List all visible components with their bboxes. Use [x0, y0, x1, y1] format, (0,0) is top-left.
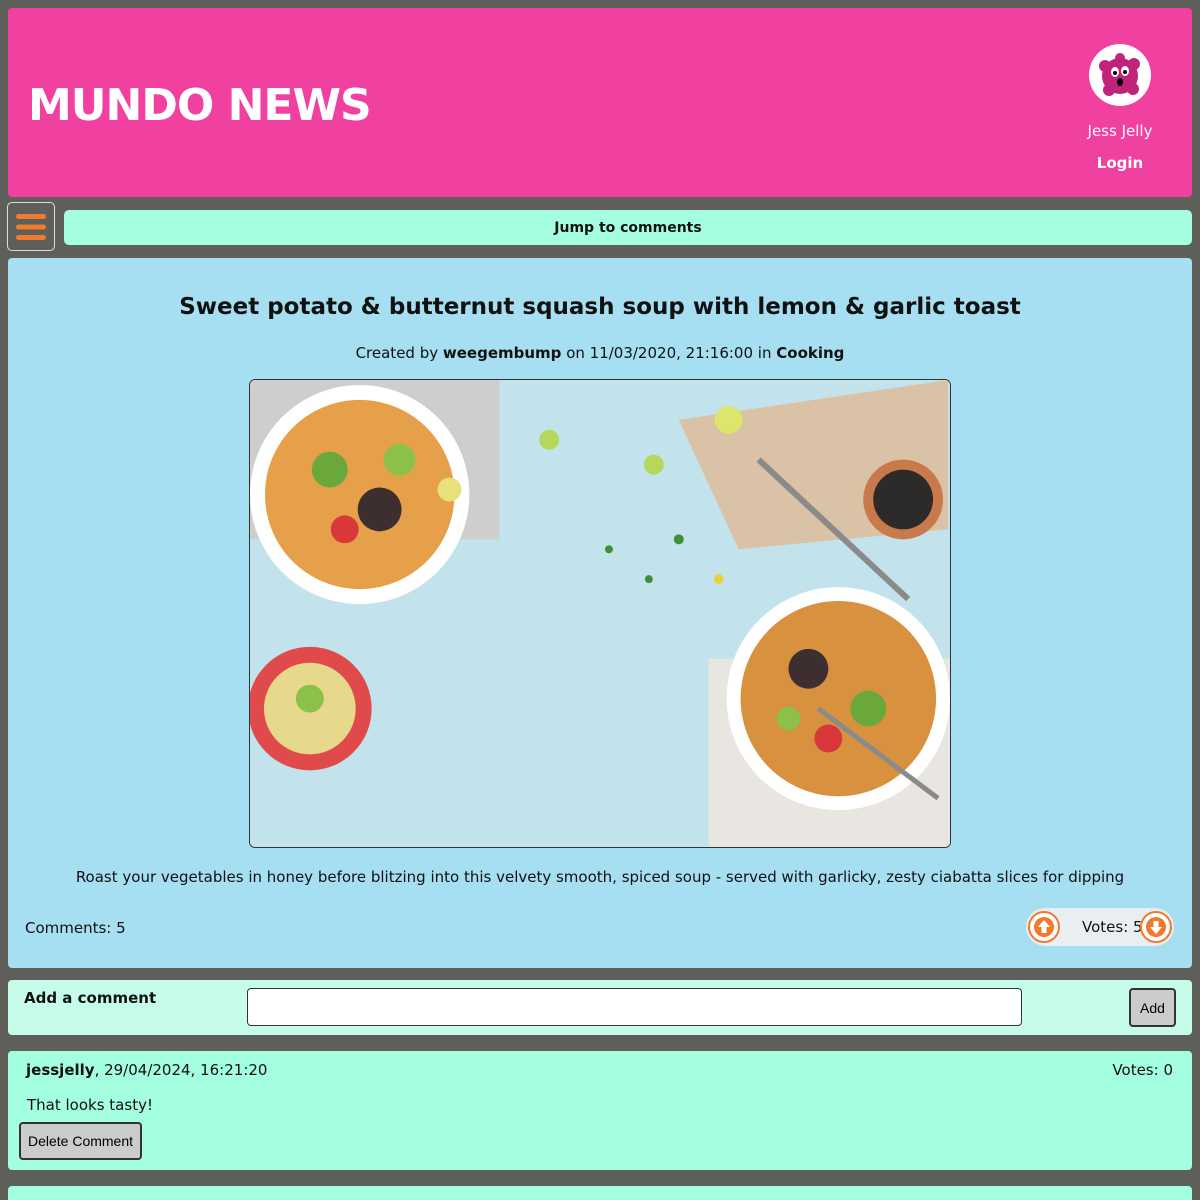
article-image — [249, 379, 951, 848]
jump-to-comments-button[interactable]: Jump to comments — [64, 210, 1192, 245]
food-photo-icon — [250, 380, 950, 847]
article-votes: Votes: 5 — [1082, 918, 1143, 936]
user-name: Jess Jelly — [1087, 122, 1153, 140]
meta-date: on 11/03/2020, 21:16:00 in — [566, 344, 772, 362]
comment-author[interactable]: jessjelly — [26, 1061, 95, 1079]
comment-count: Comments: 5 — [25, 919, 126, 937]
comment-votes: Votes: 0 — [1112, 1061, 1173, 1079]
login-link[interactable]: Login — [1070, 154, 1170, 172]
arrow-down-icon — [1146, 917, 1166, 937]
user-avatar[interactable] — [1089, 44, 1151, 106]
user-box: Jess Jelly Login — [1070, 44, 1170, 172]
delete-comment-button[interactable]: Delete Comment — [19, 1122, 142, 1160]
comment-card-partial — [8, 1186, 1192, 1200]
upvote-button[interactable] — [1028, 911, 1060, 943]
meta-prefix: Created by — [355, 344, 439, 362]
comment-date: , 29/04/2024, 16:21:20 — [94, 1061, 268, 1079]
site-title[interactable]: MUNDO NEWS — [28, 80, 372, 131]
hamburger-icon — [16, 213, 46, 240]
article-title: Sweet potato & butternut squash soup wit… — [179, 294, 1021, 320]
add-comment-button[interactable]: Add — [1129, 988, 1176, 1027]
arrow-up-icon — [1034, 917, 1054, 937]
article-topic[interactable]: Cooking — [776, 344, 844, 362]
article-card: Sweet potato & butternut squash soup wit… — [8, 258, 1192, 968]
article-description: Roast your vegetables in honey before bl… — [75, 868, 1125, 886]
article-meta: Created by weegembump on 11/03/2020, 21:… — [8, 344, 1192, 362]
comment-input[interactable] — [247, 988, 1022, 1026]
comment-card: jessjelly, 29/04/2024, 16:21:20 Votes: 0… — [8, 1051, 1192, 1170]
vote-box: Votes: 5 — [1026, 908, 1174, 946]
comment-author-line: jessjelly, 29/04/2024, 16:21:20 — [26, 1061, 267, 1079]
add-comment-label: Add a comment — [24, 989, 157, 1007]
avatar-icon — [1099, 53, 1140, 96]
site-header: MUNDO NEWS Jess Jelly Login — [8, 8, 1192, 197]
add-comment-form: Add a comment Add — [8, 980, 1192, 1035]
comment-body: That looks tasty! — [27, 1096, 153, 1114]
article-author[interactable]: weegembump — [443, 344, 562, 362]
menu-button[interactable] — [7, 202, 55, 251]
downvote-button[interactable] — [1140, 911, 1172, 943]
